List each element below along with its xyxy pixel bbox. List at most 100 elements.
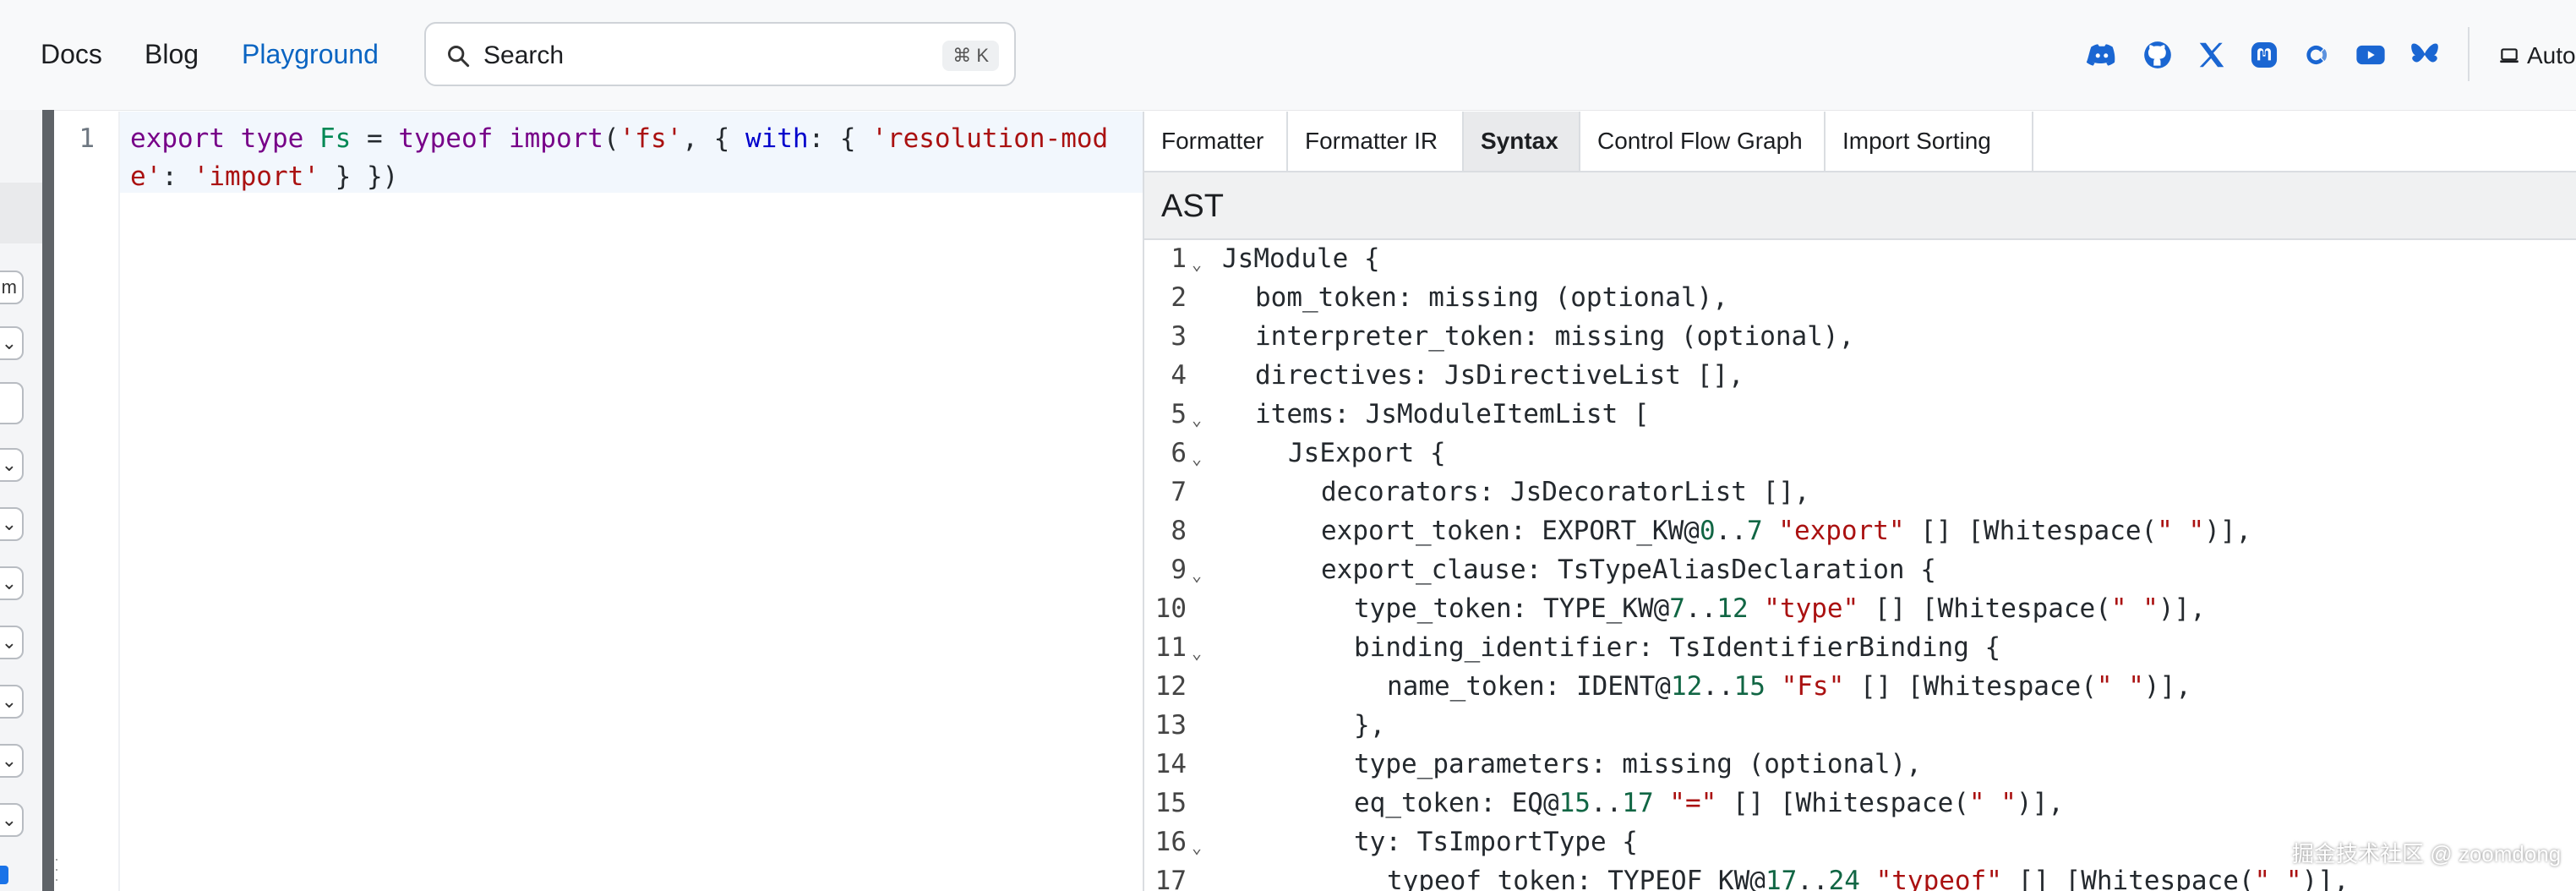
ast-line: 15 eq_token: EQ@15..17 "=" [] [Whitespace… <box>1144 784 2576 823</box>
code-token: = <box>351 123 399 154</box>
settings-select-2[interactable]: ⌄ <box>0 448 24 482</box>
opencollective-icon[interactable] <box>2300 39 2333 71</box>
code-token: : { <box>808 123 872 154</box>
ast-line-number: 5 <box>1171 399 1187 429</box>
settings-select-4[interactable]: ⌄ <box>0 566 24 600</box>
ast-line: 10 type_token: TYPE_KW@7..12 "type" [] [W… <box>1144 590 2576 628</box>
ast-line: 5 ⌄ items: JsModuleItemList [ <box>1144 396 2576 434</box>
github-icon[interactable] <box>2142 39 2174 71</box>
ast-line-number: 14 <box>1154 749 1187 779</box>
tab-formatter[interactable]: Formatter <box>1144 112 1288 171</box>
ast-line-number: 8 <box>1171 516 1187 546</box>
ast-line-text: type_token: TYPE_KW@7..12 "type" [] [Whi… <box>1354 593 2206 624</box>
fold-chevron-icon[interactable]: ⌄ <box>1192 245 1202 283</box>
ast-line-text: typeof_token: TYPEOF_KW@17..24 "typeof" … <box>1387 866 2350 891</box>
ast-line-text: export_token: EXPORT_KW@0..7 "export" []… <box>1321 516 2252 546</box>
ast-line-text: bom_token: missing (optional), <box>1255 282 1728 313</box>
code-editor[interactable]: 1 export type Fs = typeof import('fs', {… <box>61 112 1143 891</box>
settings-checkbox[interactable] <box>0 866 8 884</box>
discord-icon[interactable] <box>2086 39 2118 71</box>
youtube-icon[interactable] <box>2355 39 2387 71</box>
code-token: import <box>508 123 603 154</box>
fold-chevron-icon[interactable]: ⌄ <box>1192 828 1202 866</box>
ast-line: 9 ⌄ export_clause: TsTypeAliasDeclaration … <box>1144 551 2576 589</box>
ast-line: 4 directives: JsDirectiveList [], <box>1144 357 2576 395</box>
ast-line-text: decorators: JsDecoratorList [], <box>1321 477 1810 507</box>
ast-line: 6 ⌄ JsExport { <box>1144 435 2576 473</box>
fold-chevron-icon[interactable]: ⌄ <box>1192 556 1202 594</box>
ast-line: 13}, <box>1144 707 2576 745</box>
settings-select-6[interactable]: ⌄ <box>0 685 24 719</box>
navbar-divider <box>2468 27 2470 81</box>
tab-formatter-ir[interactable]: Formatter IR <box>1288 112 1464 171</box>
mastodon-icon[interactable] <box>2248 39 2280 71</box>
ast-line-text: name_token: IDENT@12..15 "Fs" [] [Whites… <box>1387 671 2191 702</box>
ast-line-number: 3 <box>1171 321 1187 352</box>
line-number: 1 <box>79 123 95 154</box>
code-token: typeof <box>398 123 494 154</box>
ast-line-text: directives: JsDirectiveList [], <box>1255 360 1744 391</box>
fold-chevron-icon[interactable]: ⌄ <box>1192 401 1202 439</box>
ast-line-text: binding_identifier: TsIdentifierBinding … <box>1354 632 2001 663</box>
top-navbar: Docs Blog Playground Search ⌘ K Auto <box>0 0 2576 111</box>
settings-select-3[interactable]: ⌄ <box>0 507 24 541</box>
ast-line: 12 name_token: IDENT@12..15 "Fs" [] [Whit… <box>1144 668 2576 706</box>
settings-button-partial[interactable]: m <box>0 271 24 304</box>
drag-handle-dots[interactable]: · · · <box>54 851 61 888</box>
ast-line-number: 16 <box>1154 827 1187 857</box>
code-token: ( <box>603 123 619 154</box>
code-token: , { <box>682 123 745 154</box>
search-shortcut-badge: ⌘ K <box>942 41 999 71</box>
ast-line: 11 ⌄ binding_identifier: TsIdentifierBindi… <box>1144 629 2576 667</box>
ast-line-text: type_parameters: missing (optional), <box>1354 749 1922 779</box>
bluesky-icon[interactable] <box>2409 39 2441 71</box>
ast-line: 3 interpreter_token: missing (optional), <box>1144 318 2576 356</box>
editor-gutter <box>61 112 120 891</box>
ast-line-number: 9 <box>1171 555 1187 585</box>
tab-import-sorting[interactable]: Import Sorting <box>1826 112 2033 171</box>
ast-line-text: }, <box>1354 710 1386 741</box>
search-button[interactable]: Search ⌘ K <box>424 22 1016 86</box>
ast-line-text: export_clause: TsTypeAliasDeclaration { <box>1321 555 1936 585</box>
code-token: Fs <box>319 123 352 154</box>
output-panel: Formatter Formatter IR Syntax Control Fl… <box>1143 112 2576 891</box>
ast-line-number: 17 <box>1154 866 1187 891</box>
ast-line-text: JsModule { <box>1222 243 1380 274</box>
ast-line-text: JsExport { <box>1288 438 1446 468</box>
code-token: 'import' <box>193 161 319 192</box>
code-token: type <box>240 123 304 154</box>
settings-select-7[interactable]: ⌄ <box>0 744 24 778</box>
x-icon[interactable] <box>2196 39 2228 71</box>
tab-syntax[interactable]: Syntax <box>1464 112 1580 171</box>
code-token: } }) <box>319 161 399 192</box>
fold-chevron-icon[interactable]: ⌄ <box>1192 634 1202 672</box>
tab-control-flow-graph[interactable]: Control Flow Graph <box>1580 112 1826 171</box>
ast-line-number: 7 <box>1171 477 1187 507</box>
ast-viewer[interactable]: 1 ⌄ JsModule {2 bom_token: missing (optiona… <box>1144 240 2576 891</box>
ast-line: 1 ⌄ JsModule { <box>1144 240 2576 278</box>
ast-line: 8 export_token: EXPORT_KW@0..7 "export" [… <box>1144 512 2576 550</box>
theme-toggle[interactable]: Auto <box>2498 39 2576 73</box>
sidebar-resize-handle[interactable] <box>42 110 54 891</box>
nav-link-blog[interactable]: Blog <box>145 37 199 71</box>
theme-label: Auto <box>2527 42 2576 68</box>
ast-heading: AST <box>1161 189 1224 224</box>
ast-line-number: 13 <box>1154 710 1187 741</box>
fold-chevron-icon[interactable]: ⌄ <box>1192 440 1202 478</box>
settings-select-8[interactable]: ⌄ <box>0 803 24 837</box>
ast-line-number: 15 <box>1154 788 1187 818</box>
code-line[interactable]: export type Fs = typeof import('fs', { w… <box>130 120 1136 196</box>
nav-link-docs[interactable]: Docs <box>41 37 102 71</box>
nav-link-playground[interactable]: Playground <box>242 37 379 71</box>
ast-line: 2 bom_token: missing (optional), <box>1144 279 2576 317</box>
settings-select-1[interactable]: ⌄ <box>0 326 24 360</box>
settings-select-5[interactable]: ⌄ <box>0 626 24 659</box>
code-token: 'fs' <box>619 123 683 154</box>
settings-input-1[interactable] <box>0 382 24 424</box>
laptop-icon <box>2500 48 2519 63</box>
ast-line-number: 6 <box>1171 438 1187 468</box>
ast-line-text: items: JsModuleItemList [ <box>1255 399 1650 429</box>
panel-tabs: Formatter Formatter IR Syntax Control Fl… <box>1144 112 2576 172</box>
